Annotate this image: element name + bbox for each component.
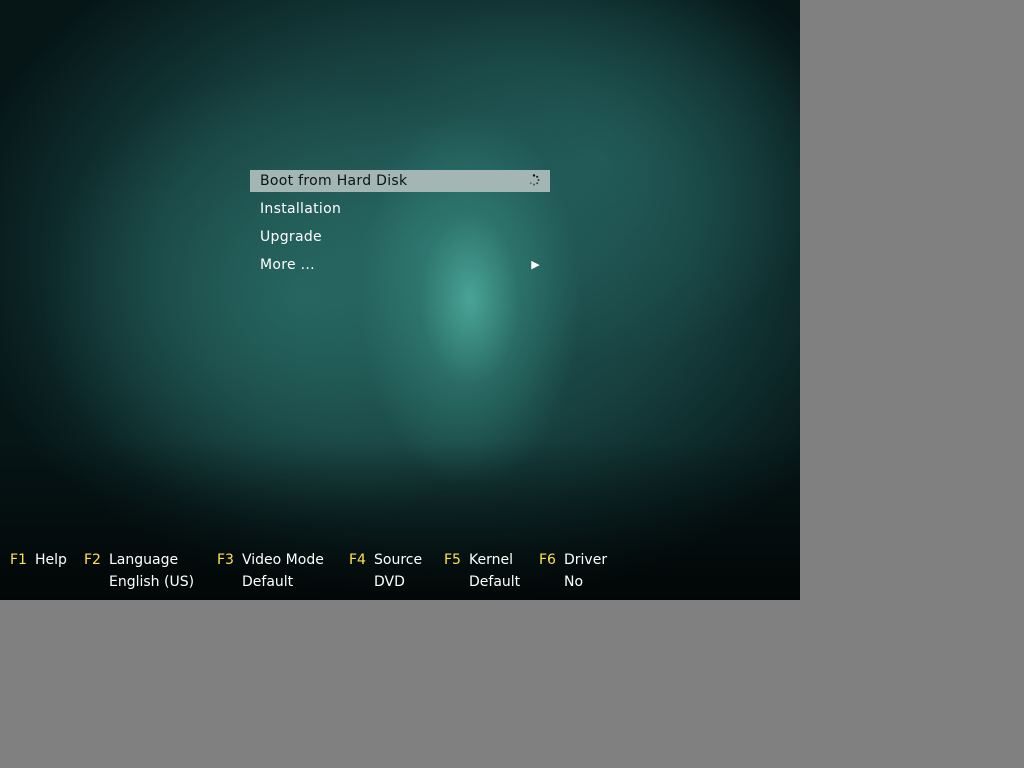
menu-item-label: Boot from Hard Disk xyxy=(260,173,408,189)
fkey-kernel[interactable]: F5 Kernel Default xyxy=(444,552,520,590)
fkey-source[interactable]: F4 Source DVD xyxy=(349,552,422,590)
function-key-bar: F1 Help F2 Language English (US) F3 Vide… xyxy=(0,552,800,596)
fkey-key: F3 xyxy=(217,552,234,568)
menu-item-upgrade[interactable]: Upgrade xyxy=(250,226,550,248)
menu-item-installation[interactable]: Installation xyxy=(250,198,550,220)
fkey-value: English (US) xyxy=(109,574,195,590)
fkey-value: Default xyxy=(469,574,521,590)
fkey-key: F1 xyxy=(10,552,27,568)
spinner-icon xyxy=(529,174,540,186)
fkey-language[interactable]: F2 Language English (US) xyxy=(84,552,194,590)
menu-item-label: Installation xyxy=(260,201,342,217)
submenu-arrow-icon: ▶ xyxy=(531,258,540,271)
fkey-driver[interactable]: F6 Driver No xyxy=(539,552,607,590)
fkey-label: Help xyxy=(35,552,67,568)
fkey-key: F5 xyxy=(444,552,461,568)
fkey-value: DVD xyxy=(374,574,405,590)
fkey-key: F6 xyxy=(539,552,556,568)
fkey-value: No xyxy=(564,574,584,590)
fkey-label: Source xyxy=(374,552,423,568)
fkey-label: Kernel xyxy=(469,552,513,568)
fkey-label: Video Mode xyxy=(242,552,324,568)
fkey-key: F2 xyxy=(84,552,101,568)
menu-item-boot-from-hard-disk[interactable]: Boot from Hard Disk xyxy=(250,170,550,192)
menu-item-label: Upgrade xyxy=(260,229,322,245)
fkey-key: F4 xyxy=(349,552,366,568)
fkey-label: Driver xyxy=(564,552,608,568)
fkey-help[interactable]: F1 Help xyxy=(10,552,67,568)
menu-item-label: More ... xyxy=(260,257,315,273)
menu-item-more[interactable]: More ... ▶ xyxy=(250,254,550,276)
fkey-video-mode[interactable]: F3 Video Mode Default xyxy=(217,552,324,590)
boot-screen: Boot from Hard Disk Installation Upgrade… xyxy=(0,0,800,600)
boot-menu: Boot from Hard Disk Installation Upgrade… xyxy=(250,170,550,282)
fkey-label: Language xyxy=(109,552,179,568)
fkey-value: Default xyxy=(242,574,294,590)
